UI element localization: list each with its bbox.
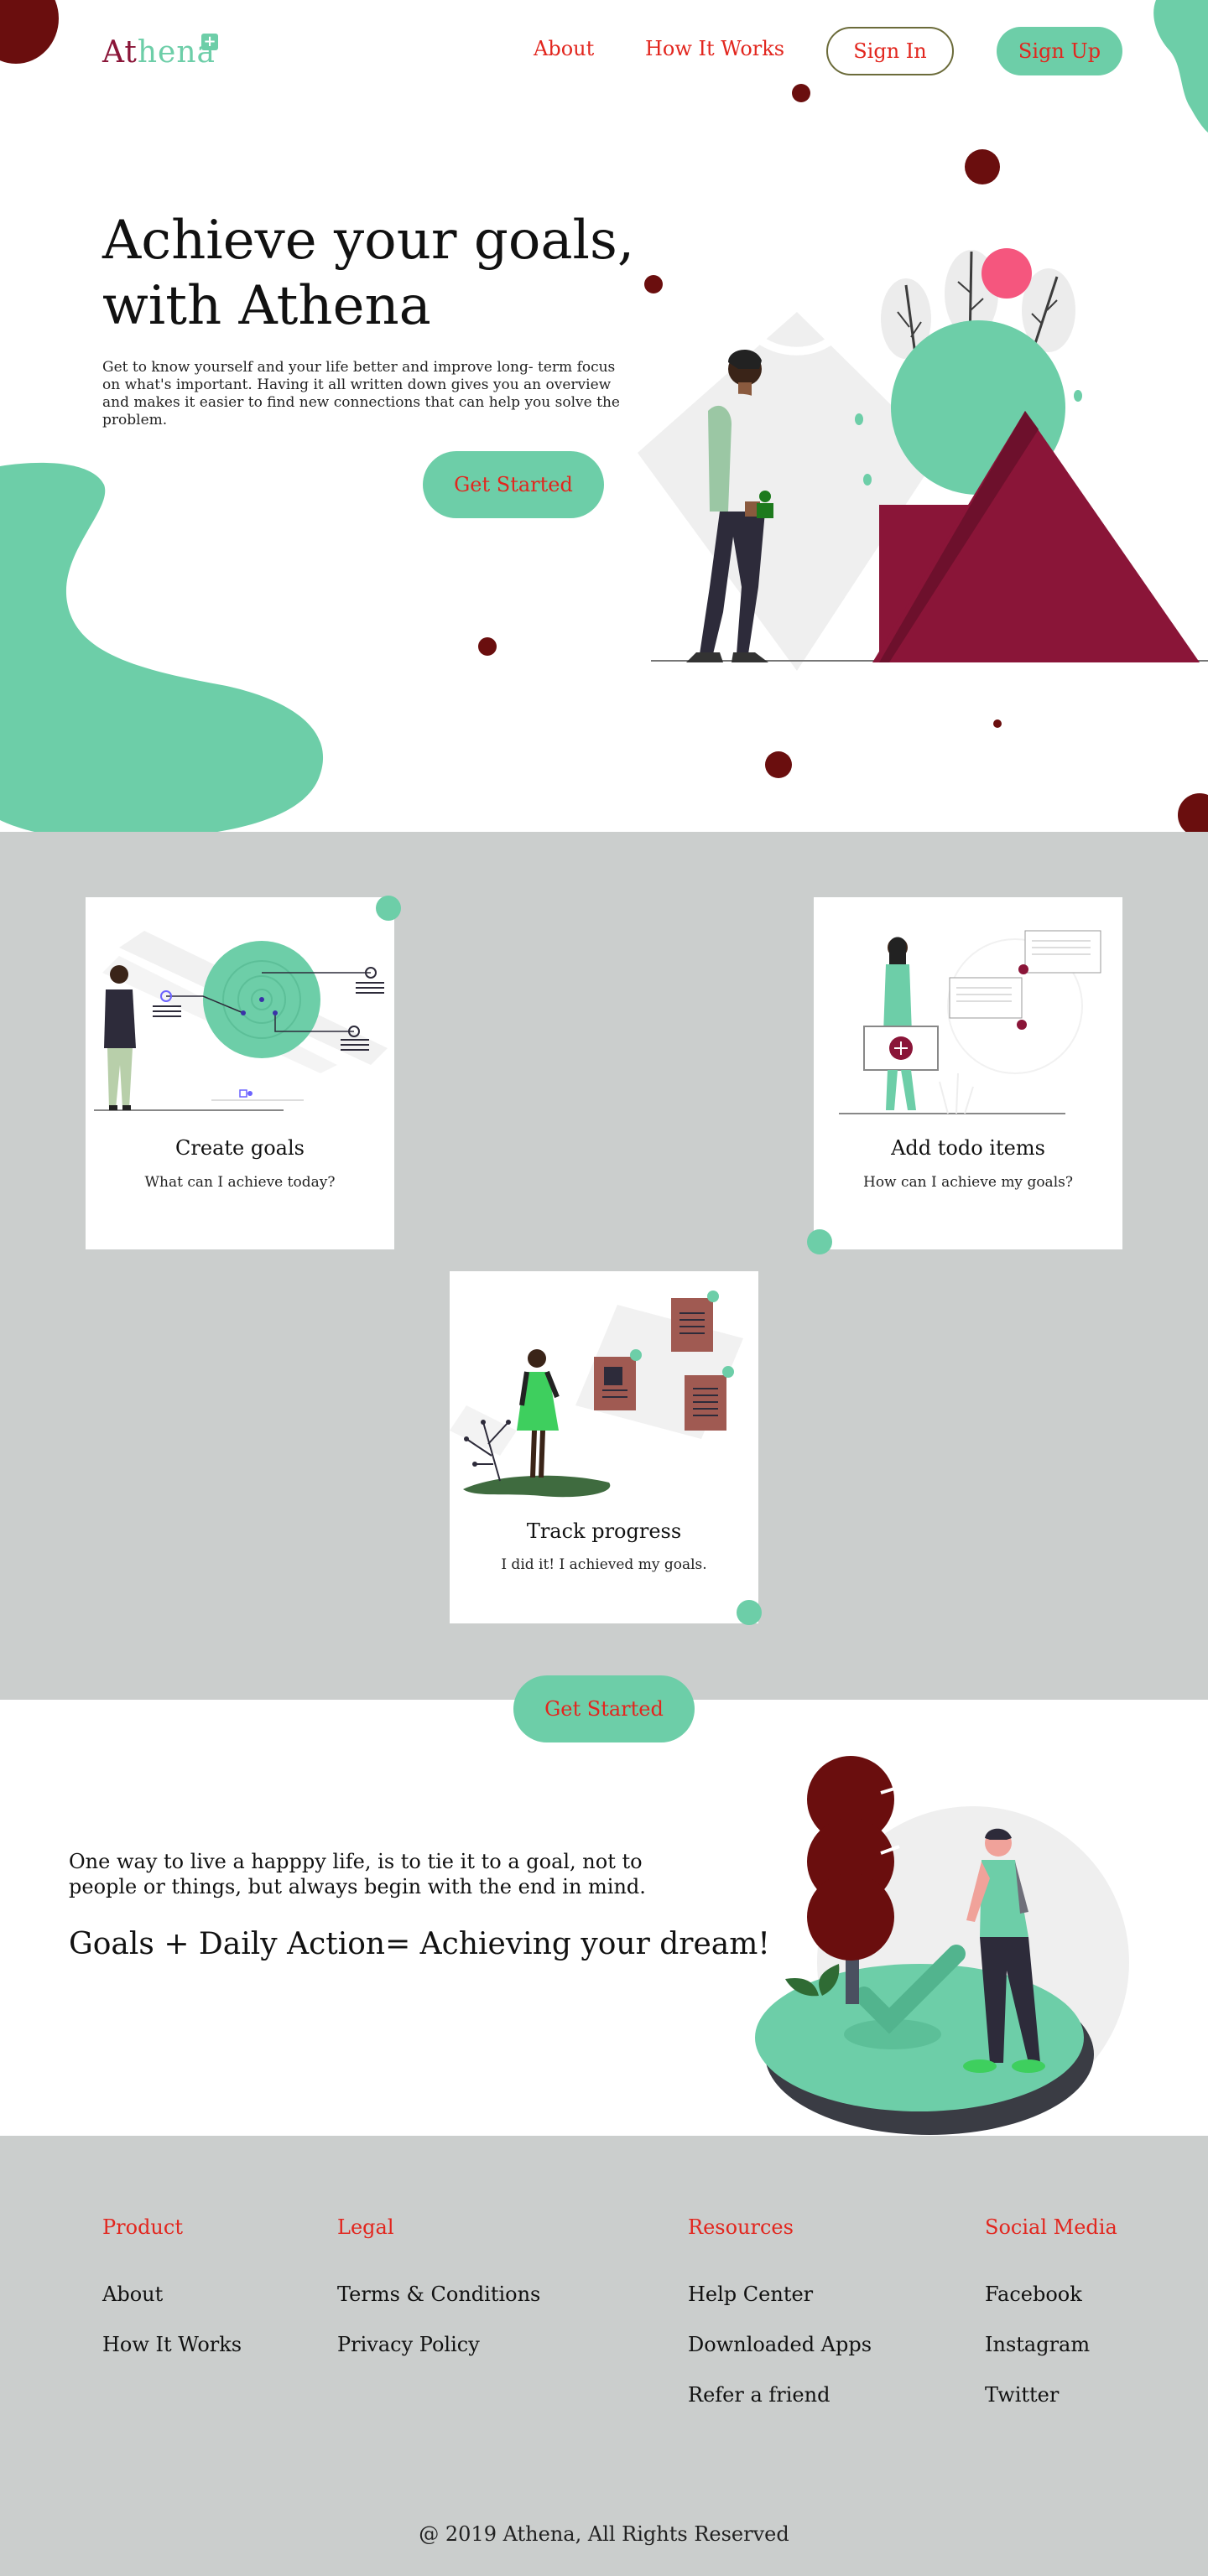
hero-title: Achieve your goals, with Athena (102, 208, 690, 339)
quote-illustration (755, 1756, 1129, 2135)
top-right-green-blob (1153, 0, 1208, 132)
decor-dot (478, 637, 497, 656)
footer-link-help-center[interactable]: Help Center (688, 2283, 813, 2306)
decor-dot (1178, 793, 1208, 837)
footer-link-instagram[interactable]: Instagram (985, 2333, 1090, 2356)
footer-link-how-it-works[interactable]: How It Works (102, 2333, 242, 2356)
footer-link-facebook[interactable]: Facebook (985, 2283, 1082, 2306)
card-subtitle: How can I achieve my goals? (863, 1174, 1073, 1191)
decor-dot (993, 719, 1002, 728)
hero-green-blob (0, 462, 324, 841)
card-title: Create goals (175, 1136, 305, 1160)
footer-heading-resources: Resources (688, 2215, 794, 2239)
plus-icon: + (201, 34, 218, 50)
footer-link-twitter[interactable]: Twitter (985, 2383, 1059, 2407)
decor-dot (376, 896, 401, 921)
add-todo-illustration (839, 930, 1101, 1114)
brand-logo[interactable]: Athena (102, 35, 216, 70)
feature-card-create-goals[interactable]: Create goals What can I achieve today? (86, 897, 394, 1249)
footer-heading-legal: Legal (337, 2215, 394, 2239)
footer-link-refer-friend[interactable]: Refer a friend (688, 2383, 830, 2407)
card-title: Add todo items (891, 1136, 1045, 1160)
create-goals-illustration (94, 931, 388, 1111)
hero-title-line2: with Athena (102, 275, 431, 337)
decor-dot (737, 1600, 762, 1625)
feature-card-track-progress[interactable]: Track progress I did it! I achieved my g… (450, 1271, 758, 1623)
brand-logo-part1: At (102, 35, 138, 70)
track-progress-illustration (450, 1291, 743, 1498)
footer-link-terms[interactable]: Terms & Conditions (337, 2283, 540, 2306)
top-left-decor-circle (0, 0, 59, 64)
hero-illustration (638, 248, 1208, 671)
decor-dot (792, 84, 810, 102)
decor-dot (807, 1229, 832, 1254)
footer-heading-product: Product (102, 2215, 183, 2239)
card-title: Track progress (526, 1519, 682, 1543)
sign-in-button[interactable]: Sign In (826, 27, 954, 75)
decor-dot (965, 149, 1000, 184)
copyright-text: @ 2019 Athena, All Rights Reserved (419, 2522, 789, 2546)
footer-link-privacy[interactable]: Privacy Policy (337, 2333, 480, 2356)
footer-heading-social-media: Social Media (985, 2215, 1117, 2239)
hero-get-started-button[interactable]: Get Started (423, 451, 604, 518)
sign-up-button[interactable]: Sign Up (997, 27, 1122, 75)
card-subtitle: I did it! I achieved my goals. (501, 1556, 707, 1573)
quote-equation: Goals + Daily Action= Achieving your dre… (69, 1927, 770, 1961)
nav-about-link[interactable]: About (534, 37, 594, 60)
hero-description: Get to know yourself and your life bette… (102, 359, 620, 428)
card-subtitle: What can I achieve today? (144, 1174, 336, 1191)
feature-card-add-todo-items[interactable]: Add todo items How can I achieve my goal… (814, 897, 1122, 1249)
nav-how-it-works-link[interactable]: How It Works (645, 37, 784, 60)
hero-title-line1: Achieve your goals, (102, 210, 635, 272)
footer-link-about[interactable]: About (102, 2283, 163, 2306)
footer-link-downloaded-apps[interactable]: Downloaded Apps (688, 2333, 872, 2356)
features-get-started-button[interactable]: Get Started (513, 1675, 695, 1742)
decor-dot (765, 751, 792, 778)
quote-text: One way to live a happpy life, is to tie… (69, 1850, 646, 1898)
